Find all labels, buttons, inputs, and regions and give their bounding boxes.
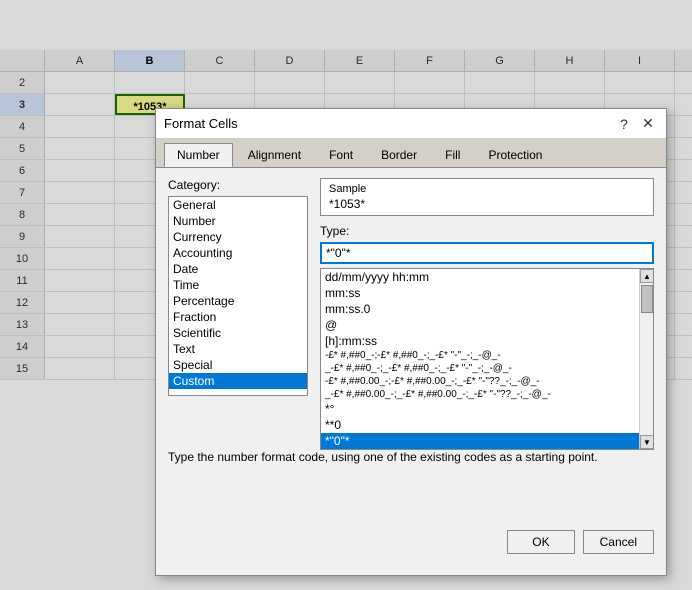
type-list[interactable]: dd/mm/yyyy hh:mm mm:ss mm:ss.0 @ [h]:mm:…: [320, 268, 654, 450]
tab-alignment[interactable]: Alignment: [235, 143, 314, 167]
tab-protection[interactable]: Protection: [475, 143, 555, 167]
type-item[interactable]: [h]:mm:ss: [321, 333, 653, 349]
type-item[interactable]: -£* #,##0.00_-;-£* #,##0.00_-;_-£* "-"??…: [321, 375, 653, 388]
dialog-content: Category: General Number Currency Accoun…: [156, 168, 666, 564]
dialog-controls: ? ✕: [614, 114, 658, 134]
category-label: Category:: [168, 178, 308, 192]
type-item[interactable]: dd/mm/yyyy hh:mm: [321, 269, 653, 285]
type-item[interactable]: mm:ss.0: [321, 301, 653, 317]
type-input[interactable]: [320, 242, 654, 264]
category-section: Category: General Number Currency Accoun…: [168, 178, 308, 408]
category-general[interactable]: General: [169, 197, 307, 213]
dialog-help-button[interactable]: ?: [614, 114, 634, 134]
type-item[interactable]: *°: [321, 401, 653, 417]
dialog-titlebar: Format Cells ? ✕: [156, 109, 666, 139]
tab-number[interactable]: Number: [164, 143, 233, 167]
sample-value: *1053*: [329, 197, 645, 211]
top-section: Category: General Number Currency Accoun…: [168, 178, 654, 408]
type-item[interactable]: -£* #,##0_-;-£* #,##0_-;_-£* "-"_-;_-@_-: [321, 349, 653, 362]
tab-fill[interactable]: Fill: [432, 143, 473, 167]
type-item[interactable]: **0: [321, 417, 653, 433]
type-item[interactable]: _-£* #,##0_-;_-£* #,##0_-;_-£* "-"_-;_-@…: [321, 362, 653, 375]
sample-section: Sample *1053*: [320, 178, 654, 216]
ok-button[interactable]: OK: [507, 530, 574, 554]
dialog-tabs: Number Alignment Font Border Fill Protec…: [156, 139, 666, 168]
scrollbar-thumb: [641, 285, 653, 313]
tab-font[interactable]: Font: [316, 143, 366, 167]
category-special[interactable]: Special: [169, 357, 307, 373]
dialog-buttons: OK Cancel: [168, 526, 654, 554]
category-date[interactable]: Date: [169, 261, 307, 277]
category-custom[interactable]: Custom: [169, 373, 307, 389]
tab-border[interactable]: Border: [368, 143, 430, 167]
type-item[interactable]: @: [321, 317, 653, 333]
category-accounting[interactable]: Accounting: [169, 245, 307, 261]
dialog-title: Format Cells: [164, 116, 238, 131]
cancel-button[interactable]: Cancel: [583, 530, 654, 554]
category-scientific[interactable]: Scientific: [169, 325, 307, 341]
category-time[interactable]: Time: [169, 277, 307, 293]
category-percentage[interactable]: Percentage: [169, 293, 307, 309]
type-item-selected[interactable]: *"0"*: [321, 433, 653, 449]
category-text[interactable]: Text: [169, 341, 307, 357]
format-cells-dialog: Format Cells ? ✕ Number Alignment Font B…: [155, 108, 667, 576]
dialog-close-button[interactable]: ✕: [638, 114, 658, 134]
sample-label: Sample: [329, 183, 645, 195]
type-item[interactable]: _-£* #,##0.00_-;_-£* #,##0.00_-;_-£* "-"…: [321, 388, 653, 401]
type-item[interactable]: mm:ss: [321, 285, 653, 301]
scrollbar-up-btn[interactable]: ▲: [640, 269, 654, 283]
type-label: Type:: [320, 224, 654, 238]
category-list[interactable]: General Number Currency Accounting Date …: [168, 196, 308, 396]
right-panel: Sample *1053* Type: dd/mm/yyyy hh:mm mm:…: [320, 178, 654, 408]
category-number[interactable]: Number: [169, 213, 307, 229]
type-section: Type: dd/mm/yyyy hh:mm mm:ss mm:ss.0 @ […: [320, 224, 654, 450]
category-currency[interactable]: Currency: [169, 229, 307, 245]
type-list-scrollbar[interactable]: ▲ ▼: [639, 269, 653, 449]
scrollbar-down-btn[interactable]: ▼: [640, 435, 654, 449]
category-fraction[interactable]: Fraction: [169, 309, 307, 325]
